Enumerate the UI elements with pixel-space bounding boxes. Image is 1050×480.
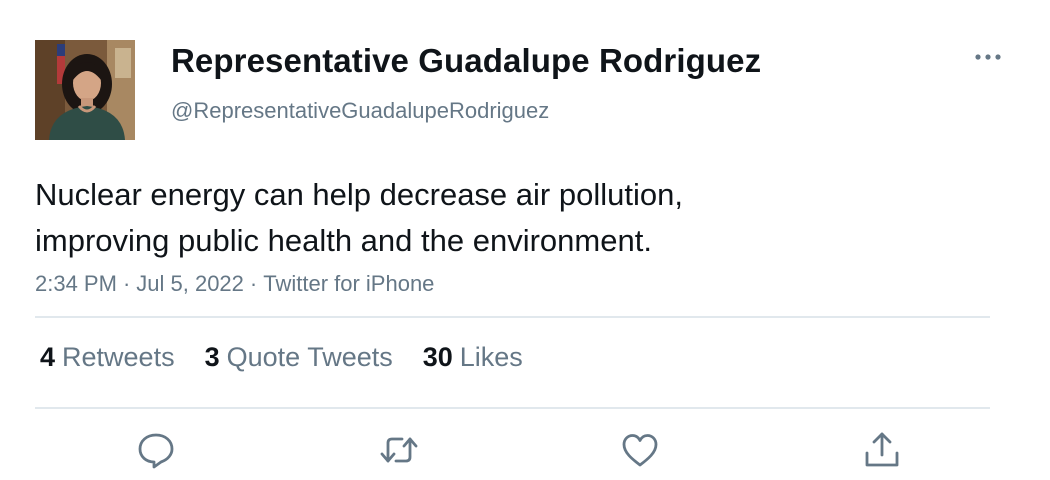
- quote-tweets-count: 3: [204, 342, 220, 372]
- tweet-card: Representative Guadalupe Rodriguez @Repr…: [0, 0, 1050, 480]
- divider: [35, 316, 990, 318]
- tweet-text-line: improving public health and the environm…: [35, 223, 652, 258]
- share-icon: [865, 432, 899, 467]
- quote-tweets-label: Quote Tweets: [226, 342, 393, 372]
- meta-separator: ·: [122, 271, 131, 296]
- tweet-time[interactable]: 2:34 PM: [35, 271, 117, 296]
- more-horizontal-icon[interactable]: [974, 50, 1002, 64]
- retweet-icon: [380, 437, 418, 463]
- reply-icon: [138, 433, 174, 469]
- likes-label: Likes: [459, 342, 523, 372]
- reply-button[interactable]: [136, 430, 176, 470]
- share-button[interactable]: [862, 430, 902, 470]
- likes-count: 30: [422, 342, 453, 372]
- tweet-source[interactable]: Twitter for iPhone: [263, 271, 434, 296]
- divider: [35, 407, 990, 409]
- retweets-label: Retweets: [62, 342, 175, 372]
- like-button[interactable]: [620, 430, 660, 470]
- retweets-count: 4: [40, 342, 56, 372]
- tweet-meta: 2:34 PM · Jul 5, 2022 · Twitter for iPhone: [35, 271, 434, 297]
- retweets-stat[interactable]: 4 Retweets: [40, 342, 175, 373]
- avatar[interactable]: [35, 40, 135, 140]
- heart-icon: [622, 434, 658, 467]
- quote-tweets-stat[interactable]: 3 Quote Tweets: [205, 342, 393, 373]
- retweet-button[interactable]: [379, 430, 419, 470]
- tweet-text-line: Nuclear energy can help decrease air pol…: [35, 177, 683, 212]
- tweet-stats: 4 Retweets 3 Quote Tweets 30 Likes: [40, 342, 523, 373]
- author-display-name[interactable]: Representative Guadalupe Rodriguez: [171, 42, 761, 80]
- tweet-date[interactable]: Jul 5, 2022: [136, 271, 244, 296]
- avatar-photo: [35, 40, 135, 140]
- tweet-text: Nuclear energy can help decrease air pol…: [35, 172, 975, 264]
- likes-stat[interactable]: 30 Likes: [423, 342, 523, 373]
- meta-separator: ·: [249, 271, 258, 296]
- author-handle[interactable]: @RepresentativeGuadalupeRodriguez: [171, 98, 549, 124]
